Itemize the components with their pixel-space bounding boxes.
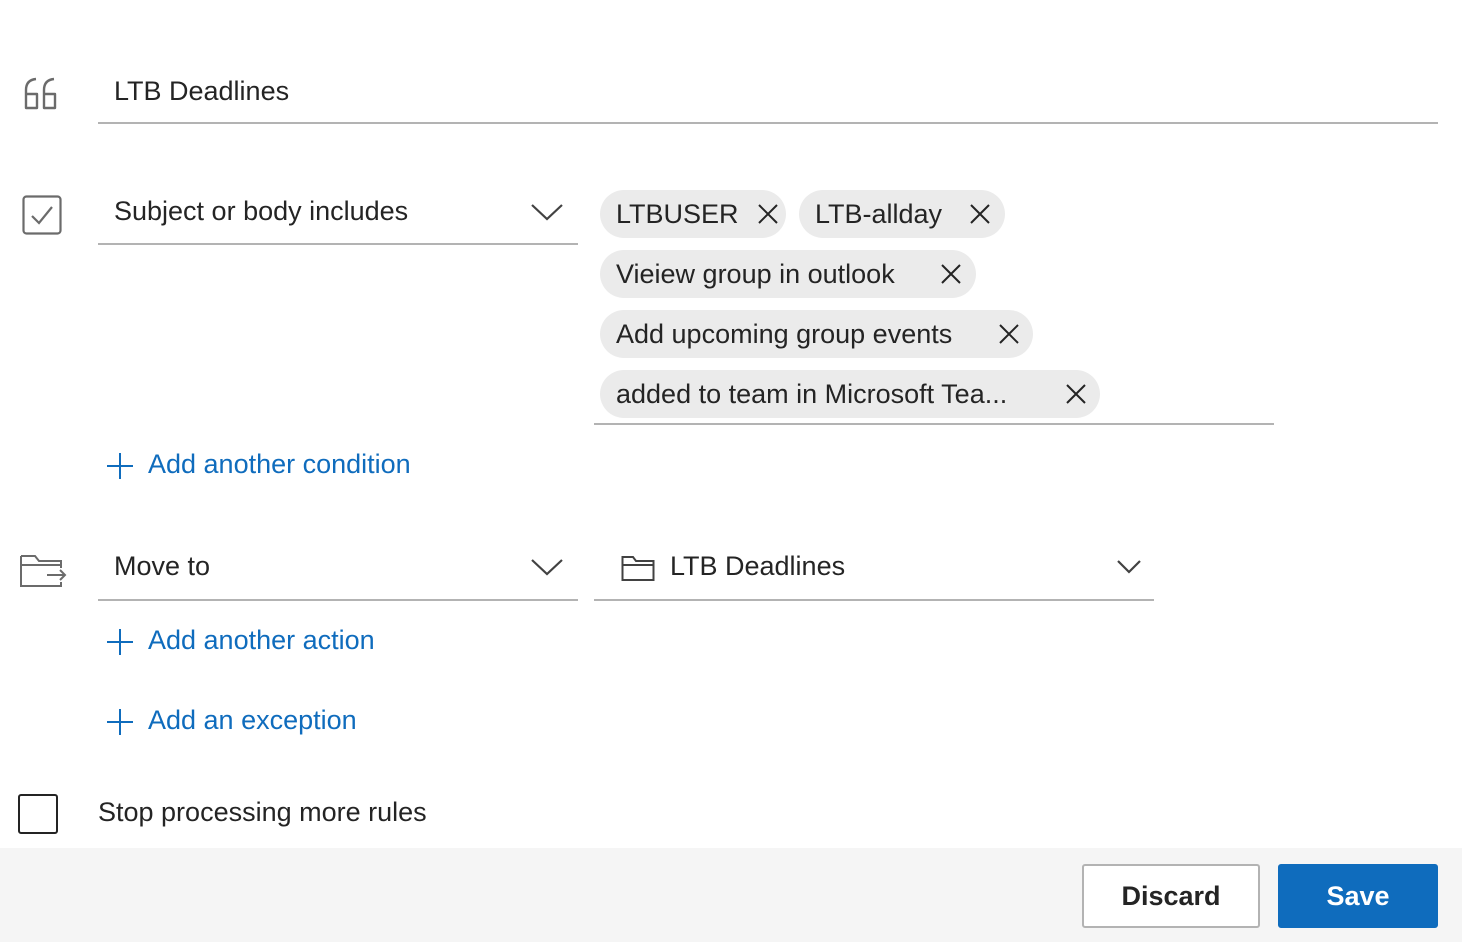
chevron-down-icon [531,559,563,576]
checkbox-checked-icon [22,195,62,235]
keyword-chip: LTBUSER [600,190,786,238]
chip-label: added to team in Microsoft Tea... [616,379,1008,409]
chevron-down-icon [1117,560,1141,574]
plus-icon [107,629,133,655]
plus-icon [107,453,133,479]
save-button[interactable]: Save [1278,864,1438,928]
close-icon[interactable] [969,203,991,225]
add-action-label: Add another action [148,625,375,655]
stop-processing-checkbox[interactable] [18,794,58,834]
rule-name-field[interactable] [98,66,1438,124]
keyword-chip: added to team in Microsoft Tea... [600,370,1100,418]
chip-label: Vieiew group in outlook [616,259,895,289]
action-type-label: Move to [114,551,211,581]
close-icon[interactable] [1065,383,1087,405]
keyword-chip: Add upcoming group events [600,310,1033,358]
condition-type-label: Subject or body includes [114,196,409,226]
rule-name-input[interactable] [114,76,1414,107]
folder-dropdown[interactable]: LTB Deadlines [594,537,1154,601]
plus-icon [107,709,133,735]
folder-label: LTB Deadlines [670,551,846,581]
chip-label: LTB-allday [815,199,943,229]
chevron-down-icon [531,204,563,221]
close-icon[interactable] [757,203,779,225]
action-type-dropdown[interactable]: Move to [98,537,578,601]
chip-label: LTBUSER [616,199,739,229]
quote-icon [24,77,57,110]
keyword-chip: LTB-allday [799,190,1005,238]
stop-processing-label: Stop processing more rules [98,797,427,827]
footer-bar: Discard Save [0,848,1462,942]
folder-icon [621,556,655,581]
discard-button[interactable]: Discard [1082,864,1260,928]
chip-label: Add upcoming group events [616,319,953,349]
add-condition-label: Add another condition [148,449,411,479]
close-icon[interactable] [998,323,1020,345]
keyword-chip: Vieiew group in outlook [600,250,976,298]
condition-type-dropdown[interactable]: Subject or body includes [98,182,578,245]
add-exception-label: Add an exception [148,705,357,735]
rule-editor: Subject or body includes LTBUSER LTB-all… [0,0,1462,942]
move-to-folder-icon [20,555,67,587]
condition-keywords-input[interactable]: LTBUSER LTB-allday Vieiew group in outlo… [594,182,1274,425]
close-icon[interactable] [940,263,962,285]
